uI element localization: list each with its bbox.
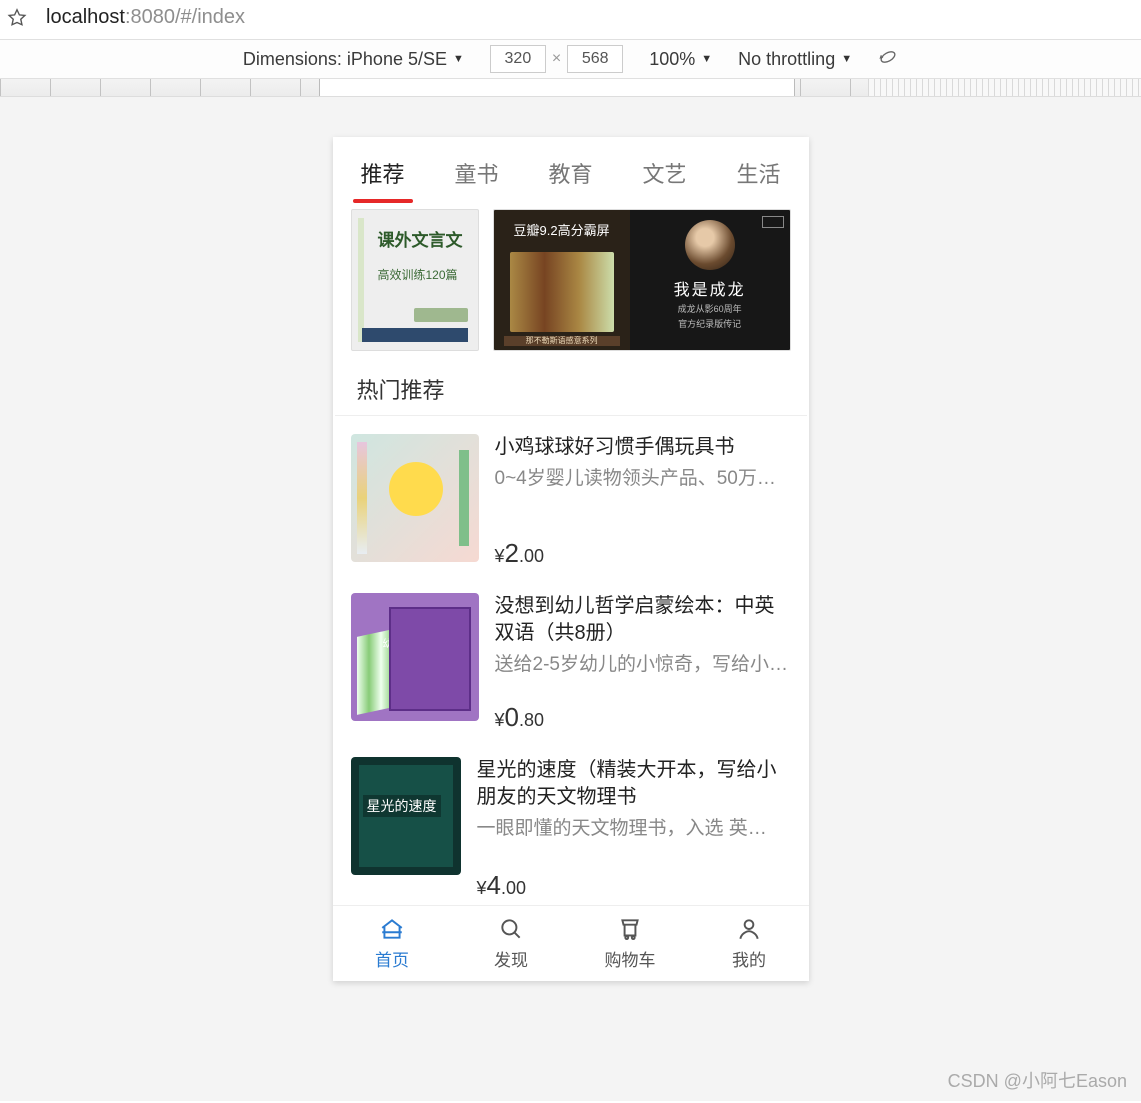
product-item[interactable]: 没想到 幼儿哲学启蒙绘本 没想到幼儿哲学启蒙绘本：中英双语（共8册） 送给2-5… xyxy=(333,575,809,739)
throttling-select[interactable]: No throttling ▼ xyxy=(738,49,852,70)
user-icon xyxy=(736,916,762,942)
nav-label: 购物车 xyxy=(605,946,656,971)
banner1-title: 课外文言文 xyxy=(378,226,463,251)
chevron-down-icon: ▼ xyxy=(453,53,464,65)
device-label: Dimensions: iPhone 5/SE xyxy=(243,49,447,70)
chevron-down-icon: ▼ xyxy=(841,53,852,65)
width-input[interactable] xyxy=(490,45,546,73)
product-price: ¥0.80 xyxy=(495,702,791,733)
product-price: ¥2.00 xyxy=(495,538,791,569)
rotate-button[interactable] xyxy=(878,47,898,72)
url-path[interactable]: :8080/#/index xyxy=(125,6,245,29)
devtools-device-bar: Dimensions: iPhone 5/SE ▼ × 100% ▼ No th… xyxy=(0,39,1141,79)
product-name: 没想到幼儿哲学启蒙绘本：中英双语（共8册） xyxy=(495,593,791,647)
banner2-right-sub1: 成龙从影60周年 xyxy=(678,302,742,315)
product-desc: 送给2-5岁幼儿的小惊奇，写给小… xyxy=(495,649,791,676)
nav-discover[interactable]: 发现 xyxy=(452,906,571,981)
product-thumb: 星光的速度 xyxy=(351,757,461,875)
nav-cart[interactable]: 购物车 xyxy=(571,906,690,981)
nav-label: 首页 xyxy=(375,946,409,971)
nav-label: 我的 xyxy=(732,946,766,971)
home-icon xyxy=(379,916,405,942)
banner2-right-title: 我是成龙 xyxy=(674,276,746,300)
dimension-inputs: × xyxy=(490,45,623,73)
tab-recommend[interactable]: 推荐 xyxy=(357,149,409,203)
chevron-down-icon: ▼ xyxy=(701,53,712,65)
product-thumb: 没想到 幼儿哲学启蒙绘本 xyxy=(351,593,479,721)
product-desc: 一眼即懂的天文物理书，入选 英… xyxy=(477,813,791,840)
category-tabs: 推荐 童书 教育 文艺 生活 xyxy=(333,137,809,203)
section-title-hot: 热门推荐 xyxy=(335,361,807,416)
browser-address-bar: localhost:8080/#/index xyxy=(0,0,1141,39)
height-input[interactable] xyxy=(567,45,623,73)
url-host[interactable]: localhost xyxy=(46,6,125,29)
tab-children-books[interactable]: 童书 xyxy=(450,149,502,203)
device-viewport: 推荐 童书 教育 文艺 生活 课外文言文 高效训练120篇 豆瓣9.2高分霸屏 … xyxy=(333,137,809,981)
product-price: ¥4.00 xyxy=(477,870,791,901)
search-icon xyxy=(498,916,524,942)
product-desc: 0~4岁婴儿读物领头产品、50万妈… xyxy=(495,463,791,490)
product-item[interactable]: 星光的速度 星光的速度（精装大开本，写给小朋友的天文物理书 一眼即懂的天文物理书… xyxy=(333,739,809,907)
star-icon[interactable] xyxy=(6,7,28,29)
product-name: 小鸡球球好习惯手偶玩具书 xyxy=(495,434,791,461)
nav-home[interactable]: 首页 xyxy=(333,906,452,981)
zoom-select[interactable]: 100% ▼ xyxy=(649,49,712,70)
device-select[interactable]: Dimensions: iPhone 5/SE ▼ xyxy=(243,49,464,70)
nav-label: 发现 xyxy=(494,946,528,971)
banner2-right-sub2: 官方纪录版传记 xyxy=(678,317,741,330)
stage: 推荐 童书 教育 文艺 生活 课外文言文 高效训练120篇 豆瓣9.2高分霸屏 … xyxy=(0,97,1141,1101)
portrait-icon xyxy=(685,220,735,270)
times-separator: × xyxy=(552,50,561,68)
cart-icon xyxy=(617,916,643,942)
banner-carousel[interactable]: 课外文言文 高效训练120篇 豆瓣9.2高分霸屏 那不勒斯语感意系列 我是成龙 … xyxy=(333,203,809,361)
watermark: CSDN @小阿七Eason xyxy=(948,1067,1127,1093)
banner1-subtitle: 高效训练120篇 xyxy=(378,266,458,283)
tab-art[interactable]: 文艺 xyxy=(638,149,690,203)
product-thumb xyxy=(351,434,479,562)
nav-mine[interactable]: 我的 xyxy=(690,906,809,981)
tab-life[interactable]: 生活 xyxy=(732,149,784,203)
product-item[interactable]: 小鸡球球好习惯手偶玩具书 0~4岁婴儿读物领头产品、50万妈… ¥2.00 xyxy=(333,416,809,575)
tab-education[interactable]: 教育 xyxy=(544,149,596,203)
banner2-left-bar: 那不勒斯语感意系列 xyxy=(504,336,620,346)
bottom-nav: 首页 发现 购物车 我的 xyxy=(333,905,809,981)
product-name: 星光的速度（精装大开本，写给小朋友的天文物理书 xyxy=(477,757,791,811)
throttling-label: No throttling xyxy=(738,49,835,70)
zoom-label: 100% xyxy=(649,49,695,70)
banner2-left-title: 豆瓣9.2高分霸屏 xyxy=(494,220,630,239)
banner-slide-2[interactable]: 豆瓣9.2高分霸屏 那不勒斯语感意系列 我是成龙 成龙从影60周年 官方纪录版传… xyxy=(493,209,791,351)
ruler xyxy=(0,79,1141,97)
banner-slide-1[interactable]: 课外文言文 高效训练120篇 xyxy=(351,209,479,351)
